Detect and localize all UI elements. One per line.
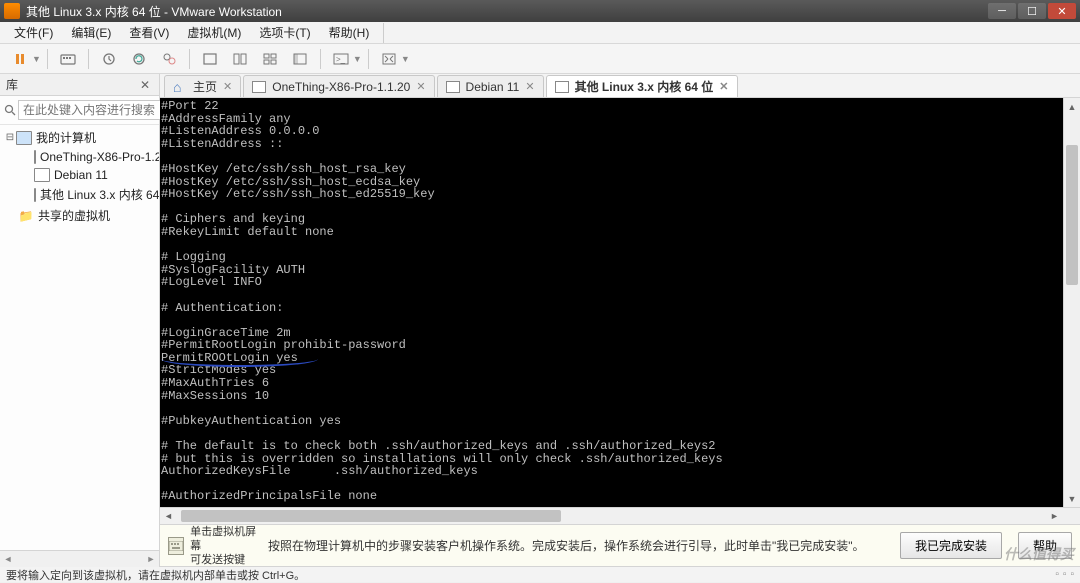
sidebar-close-icon[interactable]: ✕ <box>137 77 153 93</box>
tab-onething[interactable]: OneThing-X86-Pro-1.1.20 ✕ <box>243 75 434 97</box>
info-label-2: 可发送按键 <box>190 553 258 567</box>
status-text: 要将输入定向到该虚拟机，请在虚拟机内部单击或按 Ctrl+G。 <box>6 567 305 583</box>
vertical-scrollbar[interactable]: ▲ ▼ <box>1063 98 1080 507</box>
console-dropdown-icon[interactable]: ▼ <box>353 54 362 64</box>
manage-snapshots-button[interactable] <box>155 47 183 71</box>
status-device-icon[interactable]: ▫ <box>1055 569 1059 580</box>
tab-home[interactable]: 主页 ✕ <box>164 75 241 97</box>
pause-button[interactable] <box>6 47 34 71</box>
close-button[interactable]: ✕ <box>1048 3 1076 19</box>
window-title: 其他 Linux 3.x 内核 64 位 - VMware Workstatio… <box>26 3 988 20</box>
status-tray: ▫ ▫ ▫ <box>1055 569 1074 580</box>
tree-item-onething[interactable]: OneThing-X86-Pro-1.2 <box>0 148 159 166</box>
tree-item-linux3x[interactable]: 其他 Linux 3.x 内核 64 <box>0 184 159 205</box>
status-device-icon[interactable]: ▫ <box>1063 569 1067 580</box>
console-view-button[interactable]: >_ <box>327 47 355 71</box>
tree-root-label: 我的计算机 <box>36 129 96 146</box>
view-thumbnails-button[interactable] <box>256 47 284 71</box>
tab-close-icon[interactable]: ✕ <box>416 80 425 93</box>
tab-close-icon[interactable]: ✕ <box>223 80 232 93</box>
sidebar-hscroll[interactable]: ◄ ► <box>0 550 159 566</box>
menu-view[interactable]: 查看(V) <box>121 22 177 43</box>
menu-help[interactable]: 帮助(H) <box>321 22 378 43</box>
vm-icon <box>34 168 50 182</box>
computer-icon <box>16 131 32 145</box>
scroll-left-icon[interactable]: ◄ <box>0 551 16 567</box>
tree-item-debian[interactable]: Debian 11 <box>0 166 159 184</box>
vm-icon <box>34 188 36 202</box>
vm-icon <box>555 81 569 93</box>
scroll-right-icon[interactable]: ► <box>143 551 159 567</box>
scroll-right-icon[interactable]: ► <box>1046 508 1063 524</box>
svg-text:>_: >_ <box>336 55 346 64</box>
scroll-down-icon[interactable]: ▼ <box>1064 490 1080 507</box>
tab-label: Debian 11 <box>466 80 520 94</box>
power-dropdown-icon[interactable]: ▼ <box>32 54 41 64</box>
menubar: 文件(F) 编辑(E) 查看(V) 虚拟机(M) 选项卡(T) 帮助(H) <box>0 22 1080 44</box>
sidebar-header: 库 ✕ <box>0 74 159 96</box>
scroll-thumb[interactable] <box>1066 145 1078 285</box>
install-done-button[interactable]: 我已完成安装 <box>900 532 1002 559</box>
send-ctrl-alt-del-button[interactable] <box>54 47 82 71</box>
tree-item-label: OneThing-X86-Pro-1.2 <box>40 150 159 164</box>
library-sidebar: 库 ✕ ▼ ⊟ 我的计算机 OneThing-X86-Pro-1.2 Debia… <box>0 74 160 566</box>
fullscreen-button[interactable] <box>375 47 403 71</box>
tab-close-icon[interactable]: ✕ <box>719 80 728 93</box>
menu-edit[interactable]: 编辑(E) <box>63 22 119 43</box>
scroll-up-icon[interactable]: ▲ <box>1064 98 1080 115</box>
vm-console-terminal[interactable]: #Port 22#AddressFamily any#ListenAddress… <box>160 98 1063 507</box>
vm-icon <box>446 81 460 93</box>
tab-label: 主页 <box>193 78 217 95</box>
install-info-bar: 单击虚拟机屏幕 可发送按键 按照在物理计算机中的步骤安装客户机操作系统。完成安装… <box>160 524 1080 566</box>
search-input[interactable] <box>18 100 183 120</box>
view-multi-button[interactable] <box>226 47 254 71</box>
view-single-button[interactable] <box>196 47 224 71</box>
tab-debian[interactable]: Debian 11 ✕ <box>437 75 544 97</box>
maximize-button[interactable]: ☐ <box>1018 3 1046 19</box>
minimize-button[interactable]: ─ <box>988 3 1016 19</box>
sidebar-title: 库 <box>6 76 18 93</box>
tab-linux3x[interactable]: 其他 Linux 3.x 内核 64 位 ✕ <box>546 75 738 97</box>
folder-icon <box>18 209 34 223</box>
tree-item-shared[interactable]: 共享的虚拟机 <box>0 205 159 226</box>
revert-snapshot-button[interactable] <box>125 47 153 71</box>
snapshot-button[interactable] <box>95 47 123 71</box>
tab-label: OneThing-X86-Pro-1.1.20 <box>272 80 410 94</box>
search-icon[interactable] <box>4 101 16 119</box>
help-button[interactable]: 帮助 <box>1018 532 1072 559</box>
content-area: 主页 ✕ OneThing-X86-Pro-1.1.20 ✕ Debian 11… <box>160 74 1080 566</box>
info-label-1: 单击虚拟机屏幕 <box>190 525 258 553</box>
scroll-thumb[interactable] <box>181 510 561 522</box>
scroll-left-icon[interactable]: ◄ <box>160 508 177 524</box>
menu-file[interactable]: 文件(F) <box>6 22 61 43</box>
menu-vm[interactable]: 虚拟机(M) <box>179 22 249 43</box>
vm-icon <box>252 81 266 93</box>
status-device-icon[interactable]: ▫ <box>1070 569 1074 580</box>
keyboard-icon <box>168 537 184 555</box>
toolbar: ▼ >_ ▼ ▼ <box>0 44 1080 74</box>
tab-close-icon[interactable]: ✕ <box>525 80 534 93</box>
vm-icon <box>34 150 36 164</box>
collapse-icon[interactable]: ⊟ <box>4 132 16 143</box>
tab-label: 其他 Linux 3.x 内核 64 位 <box>575 78 714 95</box>
statusbar: 要将输入定向到该虚拟机，请在虚拟机内部单击或按 Ctrl+G。 ▫ ▫ ▫ <box>0 566 1080 582</box>
tree-item-label: 共享的虚拟机 <box>38 207 110 224</box>
unity-button[interactable] <box>286 47 314 71</box>
tree-item-label: 其他 Linux 3.x 内核 64 <box>40 186 159 203</box>
app-icon <box>4 3 20 19</box>
fullscreen-dropdown-icon[interactable]: ▼ <box>401 54 410 64</box>
library-tree: ⊟ 我的计算机 OneThing-X86-Pro-1.2 Debian 11 其… <box>0 125 159 550</box>
horizontal-scrollbar[interactable]: ◄ ► <box>160 507 1080 524</box>
menu-tabs[interactable]: 选项卡(T) <box>251 22 318 43</box>
tree-root-my-computer[interactable]: ⊟ 我的计算机 <box>0 127 159 148</box>
window-titlebar: 其他 Linux 3.x 内核 64 位 - VMware Workstatio… <box>0 0 1080 22</box>
home-icon <box>173 81 187 93</box>
tab-bar: 主页 ✕ OneThing-X86-Pro-1.1.20 ✕ Debian 11… <box>160 74 1080 98</box>
tree-item-label: Debian 11 <box>54 168 108 182</box>
install-message: 按照在物理计算机中的步骤安装客户机操作系统。完成安装后，操作系统会进行引导，此时… <box>268 537 884 554</box>
